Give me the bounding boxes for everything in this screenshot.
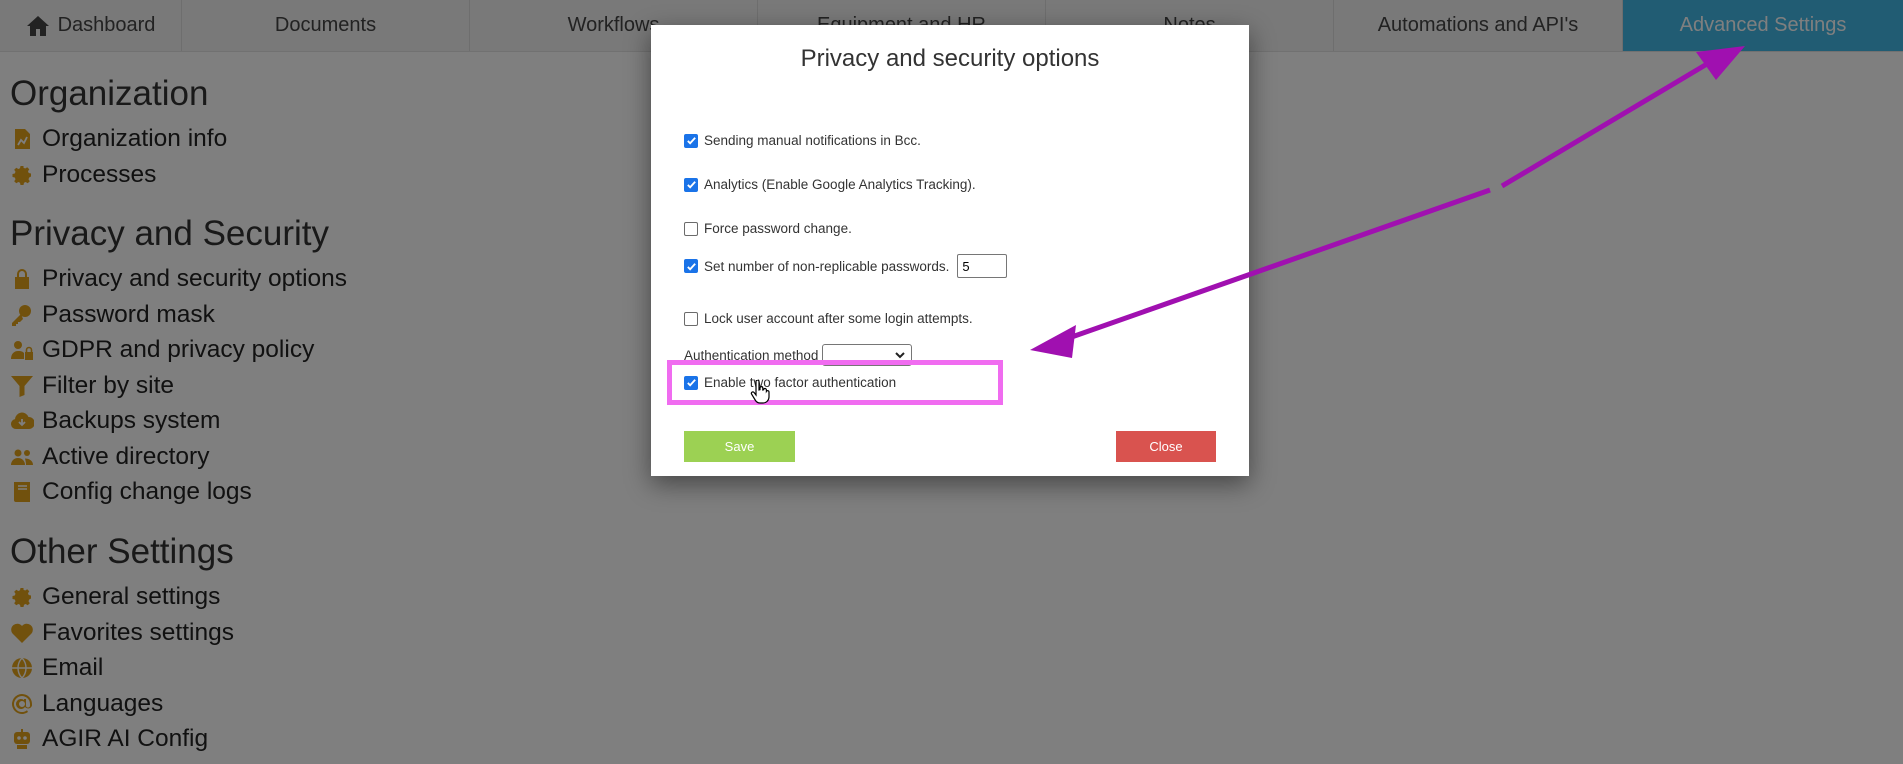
arrow-to-advanced-settings [1500,46,1745,189]
annotation-arrows [1030,46,1745,358]
arrow-to-two-factor [1030,187,1491,358]
